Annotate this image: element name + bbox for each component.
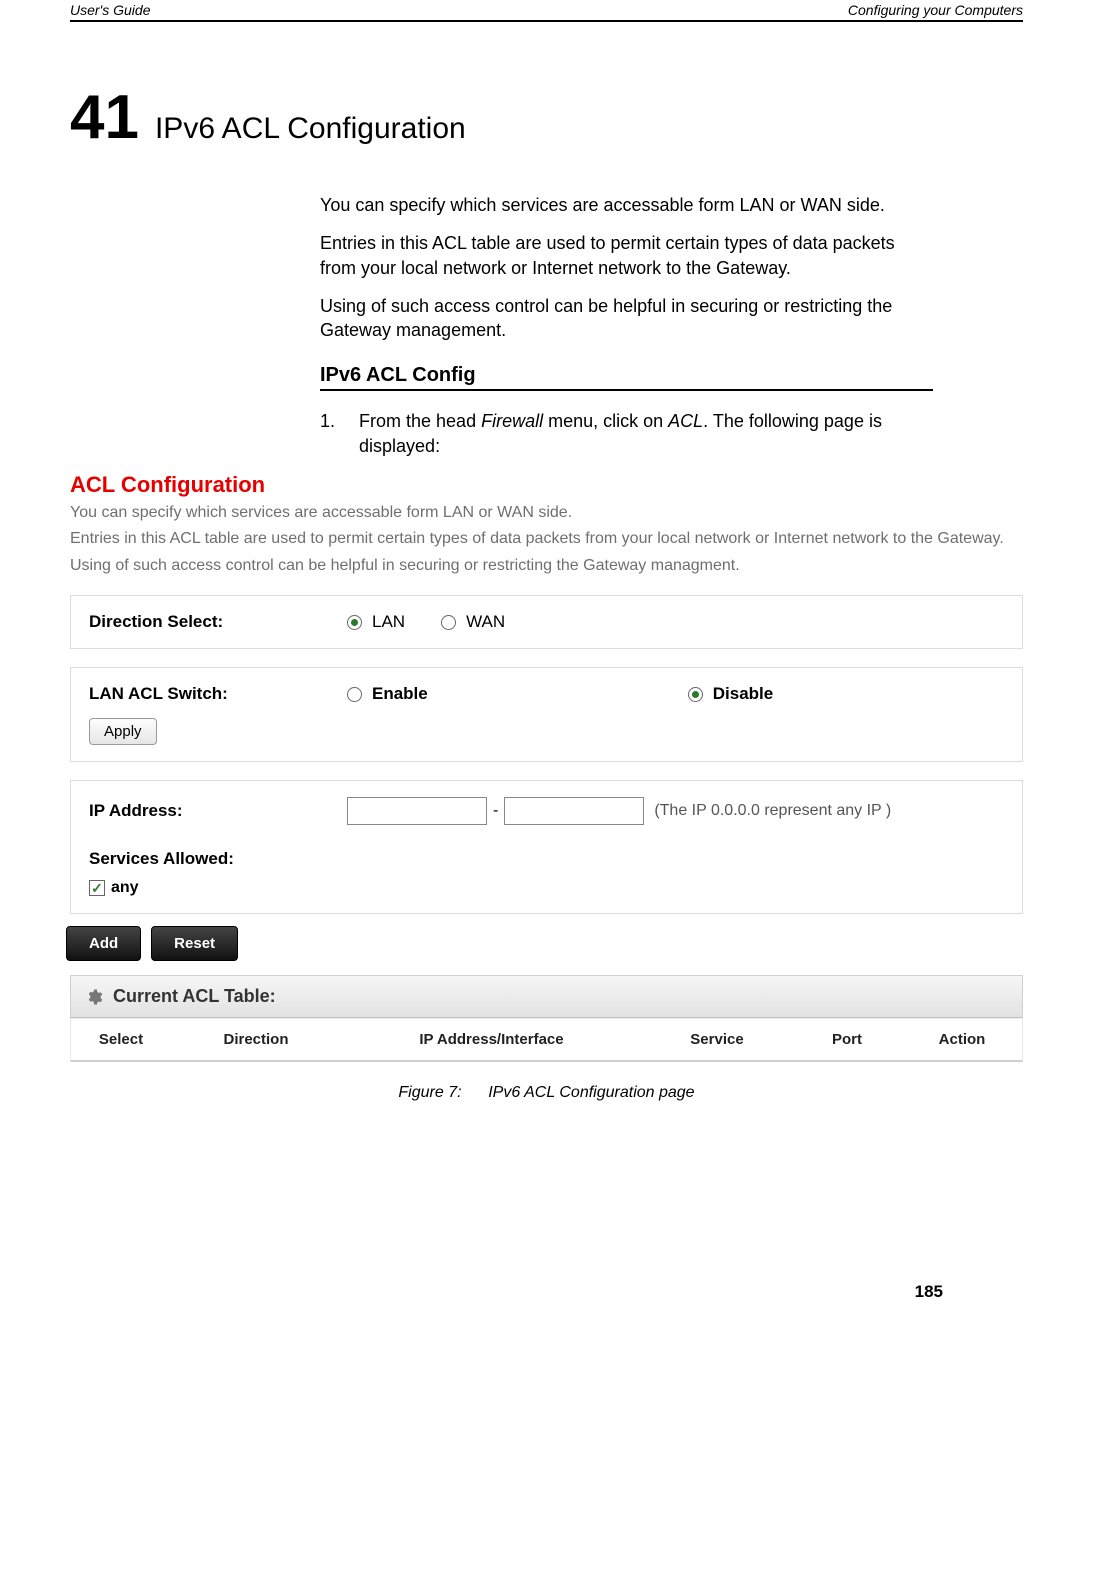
ip-address-label: IP Address: <box>89 801 339 821</box>
acl-desc-line1: You can specify which services are acces… <box>70 502 1023 524</box>
radio-checked-icon <box>347 615 362 630</box>
col-port: Port <box>792 1018 902 1060</box>
page-number: 185 <box>915 1282 943 1302</box>
direction-lan-radio[interactable]: LAN <box>347 612 405 632</box>
intro-paragraph-2: Entries in this ACL table are used to pe… <box>320 231 933 280</box>
add-button[interactable]: Add <box>66 926 141 961</box>
radio-unchecked-icon <box>441 615 456 630</box>
intro-paragraph-1: You can specify which services are acces… <box>320 193 933 217</box>
lan-acl-switch-label: LAN ACL Switch: <box>89 684 339 704</box>
step-number: 1. <box>320 409 335 458</box>
direction-wan-radio[interactable]: WAN <box>441 612 505 632</box>
lan-acl-disable-label: Disable <box>713 684 773 704</box>
intro-paragraph-3: Using of such access control can be help… <box>320 294 933 343</box>
gear-icon <box>85 988 103 1006</box>
chapter-heading: 41 IPv6 ACL Configuration <box>70 82 1023 153</box>
radio-checked-icon <box>688 687 703 702</box>
reset-button[interactable]: Reset <box>151 926 238 961</box>
direction-lan-label: LAN <box>372 612 405 632</box>
direction-wan-label: WAN <box>466 612 505 632</box>
col-action: Action <box>902 1018 1022 1060</box>
header-right: Configuring your Computers <box>848 2 1023 18</box>
page-header: User's Guide Configuring your Computers <box>70 0 1023 22</box>
lan-acl-switch-panel: LAN ACL Switch: Enable Disable Apply <box>70 667 1023 762</box>
section-heading: IPv6 ACL Config <box>320 364 933 391</box>
acl-config-title: ACL Configuration <box>70 472 1023 498</box>
current-acl-table-header: Current ACL Table: <box>70 975 1023 1018</box>
step-text: From the head Firewall menu, click on AC… <box>359 409 933 458</box>
col-select: Select <box>71 1018 171 1060</box>
col-direction: Direction <box>171 1018 341 1060</box>
acl-desc-line3: Using of such access control can be help… <box>70 555 1023 577</box>
any-label: any <box>111 879 139 897</box>
chapter-title: IPv6 ACL Configuration <box>155 112 466 146</box>
acl-screenshot: ACL Configuration You can specify which … <box>10 472 1083 1062</box>
services-allowed-label: Services Allowed: <box>89 849 1004 869</box>
header-left: User's Guide <box>70 2 150 18</box>
col-service: Service <box>642 1018 792 1060</box>
figure-caption: Figure 7: IPv6 ACL Configuration page <box>70 1084 1023 1102</box>
ip-services-panel: IP Address: - (The IP 0.0.0.0 represent … <box>70 780 1023 914</box>
col-ip: IP Address/Interface <box>341 1018 642 1060</box>
current-acl-table-title: Current ACL Table: <box>113 986 276 1007</box>
acl-table: Select Direction IP Address/Interface Se… <box>70 1018 1023 1062</box>
lan-acl-disable-radio[interactable]: Disable <box>688 684 773 704</box>
ip-range-dash: - <box>493 802 498 820</box>
lan-acl-enable-label: Enable <box>372 684 428 704</box>
ip-hint-text: (The IP 0.0.0.0 represent any IP ) <box>654 802 891 820</box>
acl-desc-line2: Entries in this ACL table are used to pe… <box>70 528 1023 550</box>
ip-from-input[interactable] <box>347 797 487 825</box>
direction-label: Direction Select: <box>89 612 339 632</box>
apply-button[interactable]: Apply <box>89 718 157 745</box>
step-1: 1. From the head Firewall menu, click on… <box>320 409 933 458</box>
lan-acl-enable-radio[interactable]: Enable <box>347 684 428 704</box>
chapter-number: 41 <box>70 82 139 153</box>
any-checkbox[interactable]: ✓ <box>89 880 105 896</box>
ip-to-input[interactable] <box>504 797 644 825</box>
direction-panel: Direction Select: LAN WAN <box>70 595 1023 649</box>
radio-unchecked-icon <box>347 687 362 702</box>
